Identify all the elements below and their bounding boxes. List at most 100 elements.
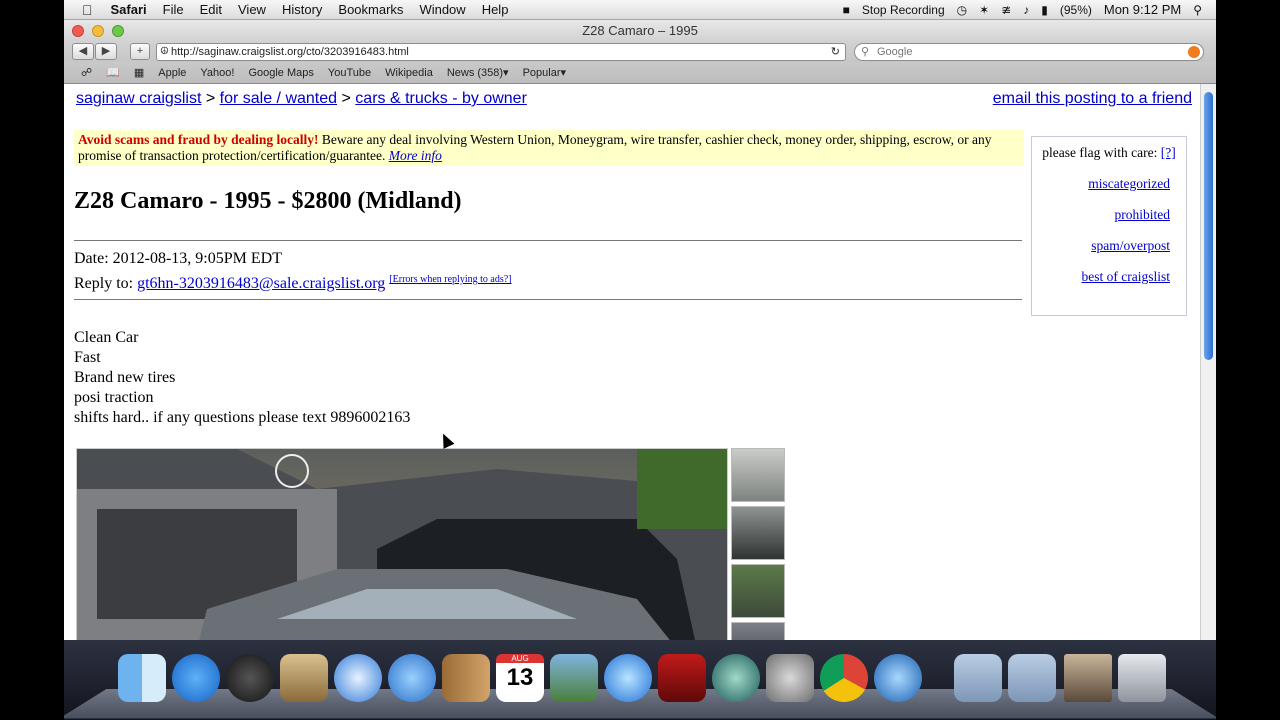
menu-file[interactable]: File [155,2,192,17]
safari-icon[interactable] [334,654,382,702]
calendar-icon[interactable]: AUG 13 [496,654,544,702]
address-book-icon[interactable] [442,654,490,702]
menu-edit[interactable]: Edit [192,2,230,17]
posting-date: Date: 2012-08-13, 9:05PM EDT [74,250,282,267]
scam-warning-title: Avoid scams and fraud by dealing locally… [78,132,319,147]
bookmark-popular[interactable]: Popular▾ [516,66,573,79]
reading-list-icon[interactable]: ☍ [74,66,99,79]
back-button[interactable]: ◀ [72,43,94,60]
bookmark-news[interactable]: News (358)▾ [440,66,516,79]
system-preferences-icon[interactable] [766,654,814,702]
page-scrollbar[interactable] [1200,84,1216,640]
breadcrumb-separator: > [341,90,351,107]
thumbnail[interactable] [731,448,785,502]
add-bookmark-button[interactable]: + [130,43,150,60]
bookmark-youtube[interactable]: YouTube [321,67,378,79]
itunes-icon[interactable] [604,654,652,702]
bookmark-apple[interactable]: Apple [151,67,193,79]
facetime-icon[interactable] [388,654,436,702]
reply-email-link[interactable]: gt6hn-3203916483@sale.craigslist.org [137,275,385,292]
flag-best-of-link[interactable]: best of craigslist [1032,269,1186,285]
bookmarks-icon[interactable]: 📖 [99,66,127,79]
menu-bar:  Safari File Edit View History Bookmark… [64,0,1216,20]
scam-warning: Avoid scams and fraud by dealing locally… [74,130,1024,166]
quicktime-icon[interactable] [874,654,922,702]
top-sites-icon[interactable]: ▦ [127,66,151,79]
mail-icon[interactable] [280,654,328,702]
zoom-window-button[interactable] [112,25,124,37]
site-icon: ☮ [160,46,169,57]
bookmark-wikipedia[interactable]: Wikipedia [378,67,440,79]
flag-prohibited-link[interactable]: prohibited [1032,207,1186,223]
browser-toolbar: ◀ ▶ + ☮ http://saginaw.craigslist.org/ct… [64,42,1216,62]
finder-icon[interactable] [118,654,166,702]
status-menus: ■ Stop Recording ◷ ✶ ≇ ♪ ▮ (95%) Mon 9:1… [837,2,1216,17]
bookmark-yahoo[interactable]: Yahoo! [193,67,241,79]
main-photo[interactable] [76,448,728,640]
breadcrumb-category-link[interactable]: for sale / wanted [220,90,337,107]
clock[interactable]: Mon 9:12 PM [1098,2,1187,17]
posting-title: Z28 Camaro - 1995 - $2800 (Midland) [74,188,462,214]
body-line: Clean Car [74,329,139,346]
more-info-link[interactable]: More info [389,148,442,163]
web-page: saginaw craigslist > for sale / wanted >… [64,84,1200,640]
breadcrumb-site-link[interactable]: saginaw craigslist [76,90,201,107]
bluetooth-icon[interactable]: ✶ [973,3,995,17]
spotlight-search-icon[interactable]: ⚲ [1187,3,1216,17]
address-url[interactable]: http://saginaw.craigslist.org/cto/320391… [171,46,409,58]
app-menu[interactable]: Safari [103,2,155,17]
divider [74,240,1022,241]
stop-recording-icon[interactable]: ■ [837,3,856,17]
close-window-button[interactable] [72,25,84,37]
app-store-icon[interactable] [172,654,220,702]
reply-to-label: Reply to: [74,275,134,292]
thumbnail[interactable] [731,506,785,560]
flag-miscategorized-link[interactable]: miscategorized [1032,176,1186,192]
divider [74,299,1022,300]
trash-icon[interactable] [1118,654,1166,702]
documents-folder-icon[interactable] [1008,654,1056,702]
body-line: shifts hard.. if any questions please te… [74,409,411,426]
applications-folder-icon[interactable] [954,654,1002,702]
email-posting-link[interactable]: email this posting to a friend [993,90,1192,108]
search-input[interactable]: ⚲ Google [854,43,1204,61]
apple-menu-icon[interactable]:  [64,2,103,18]
bookmarks-bar: ☍ 📖 ▦ Apple Yahoo! Google Maps YouTube W… [64,62,1216,84]
address-bar[interactable]: ☮ http://saginaw.craigslist.org/cto/3203… [156,43,846,61]
dashboard-icon[interactable] [226,654,274,702]
stop-recording-label[interactable]: Stop Recording [856,3,951,17]
reload-icon[interactable]: ↻ [831,44,840,60]
volume-icon[interactable]: ♪ [1017,3,1035,17]
wifi-icon[interactable]: ≇ [995,3,1017,17]
menu-window[interactable]: Window [411,2,473,17]
scrollbar-thumb[interactable] [1204,92,1213,360]
time-machine-icon[interactable]: ◷ [951,3,973,17]
photo-booth-icon[interactable] [658,654,706,702]
reply-errors-link[interactable]: [Errors when replying to ads?] [389,274,511,285]
reply-to-row: Reply to: gt6hn-3203916483@sale.craigsli… [74,269,511,294]
thumbnail[interactable] [731,564,785,618]
window-title: Z28 Camaro – 1995 [582,23,698,38]
posting-body: Clean Car Fast Brand new tires posi trac… [74,328,410,428]
menu-help[interactable]: Help [474,2,517,17]
menu-view[interactable]: View [230,2,274,17]
bookmark-google-maps[interactable]: Google Maps [241,67,320,79]
mouse-cursor [437,431,455,449]
time-machine-icon[interactable] [712,654,760,702]
battery-icon[interactable]: ▮ [1035,3,1054,17]
iphoto-icon[interactable] [550,654,598,702]
flag-help-link[interactable]: [?] [1161,145,1176,160]
downloads-stack-icon[interactable] [1064,654,1112,702]
battery-percent[interactable]: (95%) [1054,3,1098,17]
calendar-month: AUG [496,654,544,663]
minimize-window-button[interactable] [92,25,104,37]
body-line: posi traction [74,389,154,406]
chrome-icon[interactable] [820,654,868,702]
breadcrumb-subcategory-link[interactable]: cars & trucks - by owner [355,90,527,107]
thumbnail[interactable] [731,622,785,640]
flag-spam-link[interactable]: spam/overpost [1032,238,1186,254]
forward-button[interactable]: ▶ [95,43,117,60]
snapback-icon[interactable] [1188,46,1200,58]
menu-bookmarks[interactable]: Bookmarks [330,2,411,17]
menu-history[interactable]: History [274,2,330,17]
